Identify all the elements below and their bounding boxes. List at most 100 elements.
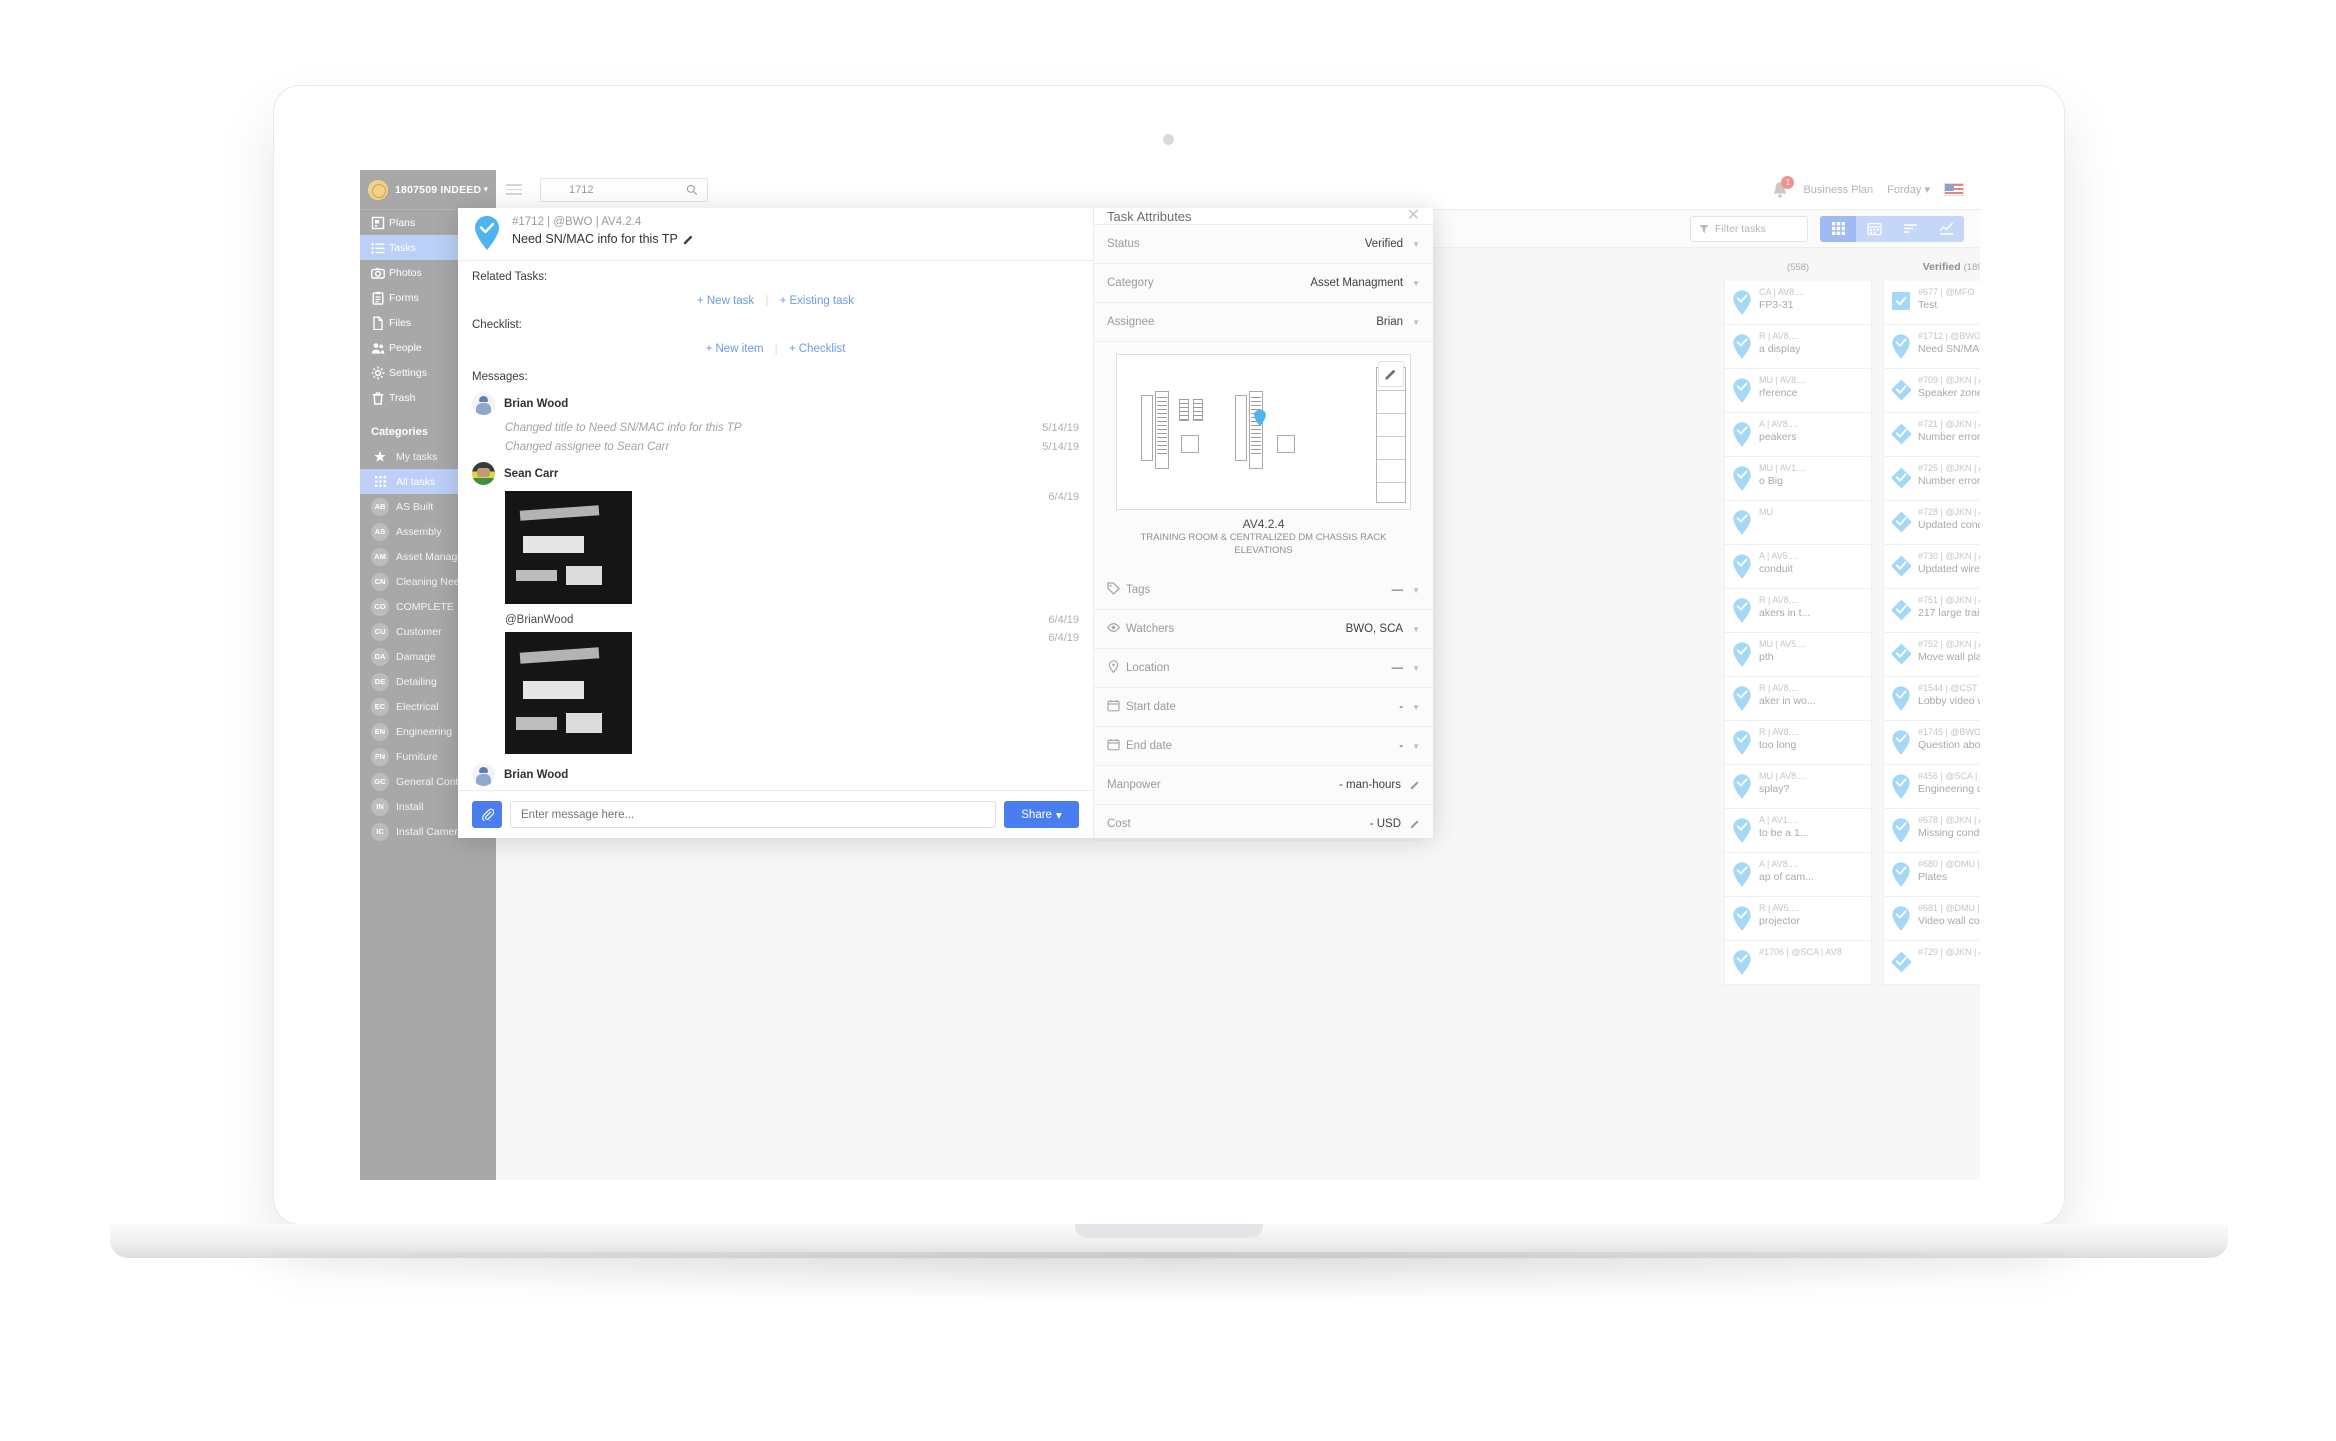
task-card[interactable]: #1706 | @SCA | AV8 [1724,941,1872,985]
task-card[interactable]: R | AV8....too long [1724,721,1872,765]
task-card[interactable]: #751 | @JKN | AV8....217 large training … [1883,589,1980,633]
task-card[interactable]: #730 | @JKN | AV8....Updated wire cable … [1883,545,1980,589]
menu-icon[interactable] [506,181,522,198]
attribute-row-assignee[interactable]: AssigneeBrian▼ [1094,303,1433,342]
pencil-icon[interactable] [683,234,694,245]
attribute-row-tags[interactable]: Tags—▼ [1094,571,1433,610]
task-card[interactable]: #752 | @JKN | AV8....Move wall plates [1883,633,1980,677]
chevron-down-icon[interactable]: ▼ [1412,664,1420,673]
chevron-down-icon[interactable]: ▾ [483,184,488,195]
task-status-pin-icon [1890,817,1912,843]
attribute-row-end-date[interactable]: End date-▼ [1094,727,1433,766]
avatar [472,763,495,786]
task-card[interactable]: #721 | @JKN | AV8....Number error [1883,413,1980,457]
task-card[interactable]: A | AV8....peakers [1724,413,1872,457]
notifications-button[interactable]: 1 [1771,180,1789,200]
attribute-value-wrap: —▼ [1392,662,1420,674]
task-card[interactable]: #680 | @DMU | AV5....Plates [1883,853,1980,897]
task-card[interactable]: #1544 | @CST | AV8....Lobby video wall d… [1883,677,1980,721]
attribute-label: Assignee [1107,316,1154,328]
task-status-pin-icon [1890,465,1912,491]
task-title: Need SN/MAC info for this TP [512,232,694,246]
close-icon[interactable]: ✕ [1407,208,1420,224]
task-card[interactable]: A | AV8....ap of cam... [1724,853,1872,897]
task-card-title: Plates [1918,871,1980,883]
plan-thumbnail[interactable] [1116,354,1411,510]
search-box[interactable] [540,178,708,202]
task-card[interactable]: MU [1724,501,1872,545]
message-photo-entry: 6/4/19 [472,485,1079,604]
category-initials: IC [371,823,389,841]
task-card[interactable]: A | AV1....to be a 1... [1724,809,1872,853]
new-checklist-link[interactable]: + Checklist [789,343,846,355]
attribute-row-cost[interactable]: Cost- USD [1094,805,1433,844]
calendar-view-button[interactable] [1856,216,1892,242]
task-card[interactable]: R | AV8....aker in wo... [1724,677,1872,721]
attribute-row-start-date[interactable]: Start date-▼ [1094,688,1433,727]
attach-button[interactable] [472,801,502,828]
task-card[interactable]: R | AV8....a display [1724,325,1872,369]
chevron-down-icon[interactable]: ▼ [1412,240,1420,249]
task-card[interactable]: CA | AV8....FP3-31 [1724,281,1872,325]
task-card[interactable]: #1712 | @BWO | AV...Need SN/MAC info f..… [1883,325,1980,369]
filter-tasks-button[interactable]: Filter tasks [1690,216,1808,242]
share-button[interactable]: Share ▾ [1004,801,1079,828]
workspace-selector[interactable]: 1807509 INDEED D... ▾ [360,170,496,210]
edit-plan-button[interactable] [1378,361,1404,387]
task-status-pin-icon [1731,333,1753,359]
chevron-down-icon[interactable]: ▼ [1412,625,1420,634]
task-card-title: a display [1759,343,1865,355]
chevron-down-icon[interactable]: ▼ [1412,279,1420,288]
attribute-value-wrap: BWO, SCA▼ [1346,623,1420,635]
pencil-icon[interactable] [1410,780,1420,790]
search-icon[interactable] [686,184,698,196]
task-card[interactable]: #728 | @JKN | AV8....Updated conduit pat… [1883,501,1980,545]
laptop-shadow [150,1252,2190,1302]
attribute-row-manpower[interactable]: Manpower- man-hours [1094,766,1433,805]
task-card[interactable]: MU | AV5....pth [1724,633,1872,677]
chart-view-button[interactable] [1928,216,1964,242]
task-card-title: FP3-31 [1759,299,1865,311]
chevron-down-icon[interactable]: ▼ [1412,703,1420,712]
message-input[interactable] [510,801,996,828]
task-card[interactable]: MU | AV8....rference [1724,369,1872,413]
task-card[interactable]: #709 | @JKN | AV8....Speaker zones [1883,369,1980,413]
task-card[interactable]: MU | AV8....splay? [1724,765,1872,809]
us-flag-icon[interactable] [1944,183,1964,196]
list-view-button[interactable] [1892,216,1928,242]
pencil-icon[interactable] [1410,819,1420,829]
user-menu[interactable]: Forday ▾ [1887,183,1930,196]
new-item-link[interactable]: + New item [706,343,764,355]
attribute-row-location[interactable]: Location—▼ [1094,649,1433,688]
attribute-row-status[interactable]: StatusVerified▼ [1094,225,1433,264]
task-card[interactable]: #681 | @DMU | AV5....Video wall conduit [1883,897,1980,941]
search-input[interactable] [541,184,707,196]
task-card[interactable]: A | AV5....conduit [1724,545,1872,589]
task-card[interactable]: #456 | @SCA | AV1....Engineering questio… [1883,765,1980,809]
attribute-row-category[interactable]: CategoryAsset Managment▼ [1094,264,1433,303]
grid-view-button[interactable] [1820,216,1856,242]
task-card[interactable]: #678 | @JKN | AV8....Missing conduit cal… [1883,809,1980,853]
task-card-meta: R | AV8.... [1759,683,1865,693]
attributes-bottom-rows: Tags—▼WatchersBWO, SCA▼Location—▼Start d… [1094,571,1433,844]
task-card[interactable]: R | AV5....projector [1724,897,1872,941]
message-photo[interactable] [505,632,632,754]
task-card[interactable]: R | AV8....akers in t... [1724,589,1872,633]
task-card[interactable]: #677 | @MFOTest [1883,281,1980,325]
task-status-pin-icon [1890,289,1912,315]
chevron-down-icon[interactable]: ▼ [1412,742,1420,751]
task-card-meta: #752 | @JKN | AV8.... [1918,639,1980,649]
attribute-row-watchers[interactable]: WatchersBWO, SCA▼ [1094,610,1433,649]
task-card[interactable]: MU | AV1....o Big [1724,457,1872,501]
plan-label[interactable]: Business Plan [1803,184,1873,196]
task-card[interactable]: #729 | @JKN | AV8... [1883,941,1980,985]
task-card[interactable]: #1745 | @BWO | AV...Question about Tech.… [1883,721,1980,765]
message-date: 5/14/19 [1042,422,1079,434]
chevron-down-icon[interactable]: ▼ [1412,586,1420,595]
message-photo[interactable] [505,491,632,604]
task-card[interactable]: #725 | @JKN | AV8....Number error [1883,457,1980,501]
task-card-title: Question about Tech... [1918,739,1980,751]
chevron-down-icon[interactable]: ▼ [1412,318,1420,327]
existing-task-link[interactable]: + Existing task [780,295,854,307]
new-task-link[interactable]: + New task [697,295,754,307]
